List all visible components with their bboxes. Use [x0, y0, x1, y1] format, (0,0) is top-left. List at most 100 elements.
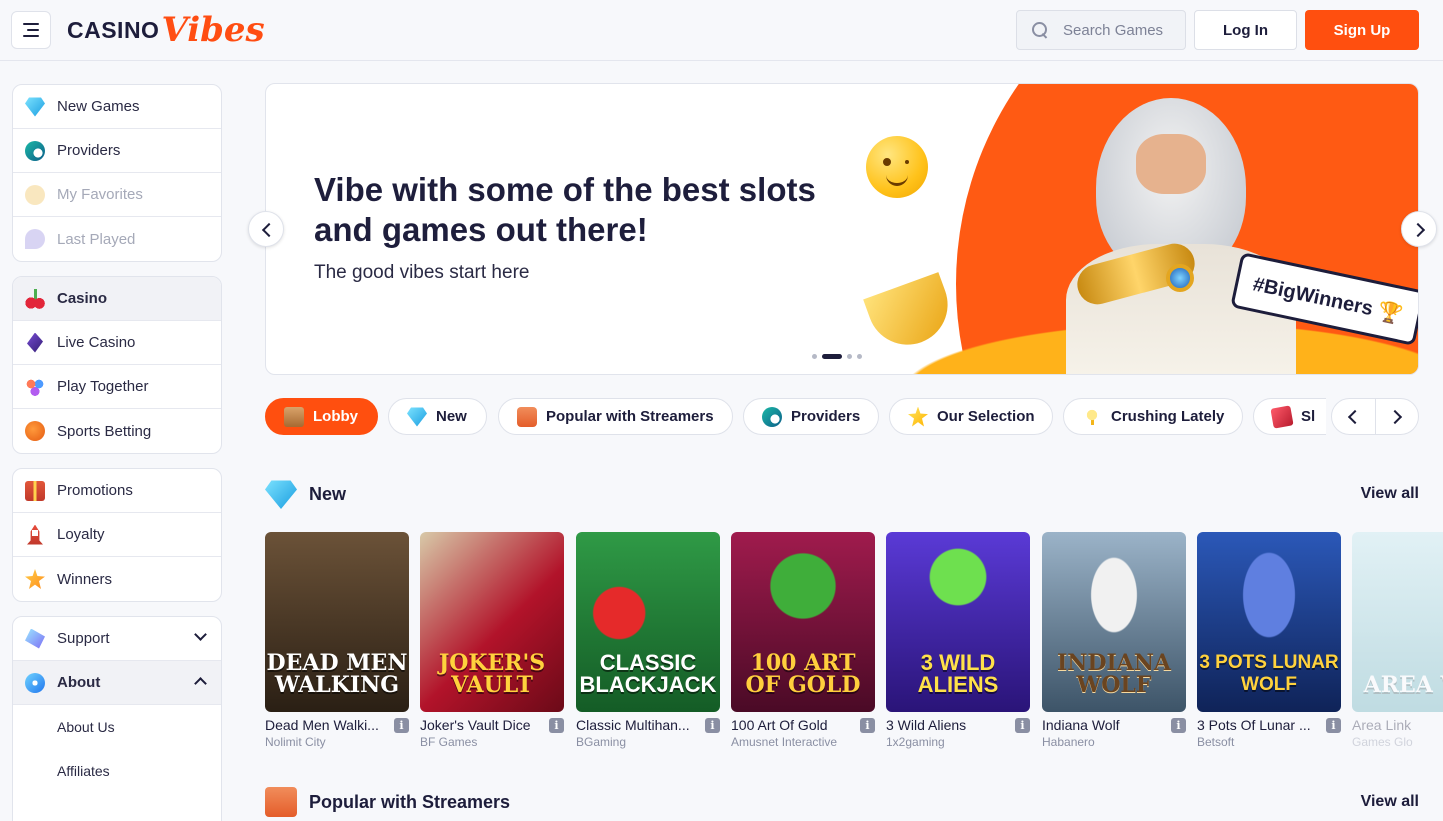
section-header-new: New View all	[265, 478, 1419, 510]
top-header: CASINO Vibes Log In Sign Up	[0, 0, 1443, 61]
sidebar-item-promotions[interactable]: Promotions	[13, 469, 221, 513]
game-provider: Habanero	[1042, 735, 1095, 749]
game-card[interactable]: INDIANA WOLF Indiana Wolf Habanero i	[1042, 532, 1186, 749]
sidebar-subitem-about-us[interactable]: About Us	[13, 705, 221, 749]
sidebar-item-loyalty[interactable]: Loyalty	[13, 513, 221, 557]
tab-label: Our Selection	[937, 408, 1035, 425]
chevron-right-icon[interactable]	[1376, 399, 1419, 434]
signup-button[interactable]: Sign Up	[1305, 10, 1419, 50]
sidebar-subitem-affiliates[interactable]: Affiliates	[13, 749, 221, 793]
sidebar-item-support[interactable]: Support	[13, 617, 221, 661]
game-provider: Betsoft	[1197, 735, 1235, 749]
tab-popular-with-streamers[interactable]: Popular with Streamers	[498, 398, 733, 435]
sidebar-item-providers[interactable]: Providers	[13, 129, 221, 173]
sidebar-item-winners[interactable]: Winners	[13, 557, 221, 601]
game-thumbnail[interactable]: INDIANA WOLF	[1042, 532, 1186, 712]
sidebar-item-about[interactable]: About	[13, 661, 221, 705]
game-card[interactable]: 3 POTS LUNAR WOLF 3 Pots Of Lunar ... Be…	[1197, 532, 1341, 749]
chevron-down-icon[interactable]	[194, 628, 207, 641]
globe-icon	[762, 406, 782, 427]
game-card[interactable]: AREA WO Area Link Games Glo	[1352, 532, 1443, 749]
tab-our-selection[interactable]: Our Selection	[889, 398, 1053, 435]
game-name: Indiana Wolf	[1042, 717, 1120, 733]
view-all-link[interactable]: View all	[1361, 793, 1419, 811]
tab-slots[interactable]: Sl	[1253, 398, 1326, 435]
section-title: Popular with Streamers	[309, 791, 511, 812]
info-icon[interactable]: i	[705, 718, 720, 733]
lobby-icon	[284, 406, 304, 427]
game-card[interactable]: JOKER'S VAULT Joker's Vault Dice BF Game…	[420, 532, 564, 749]
game-provider: Games Glo	[1352, 735, 1413, 749]
search-input[interactable]	[1063, 21, 1183, 39]
info-icon[interactable]: i	[394, 718, 409, 733]
game-art-title: 3 POTS LUNAR WOLF	[1199, 652, 1339, 695]
game-thumbnail[interactable]: DEAD MEN WALKING	[265, 532, 409, 712]
slot-icon	[1270, 404, 1294, 429]
tab-lobby[interactable]: Lobby	[265, 398, 378, 435]
game-thumbnail[interactable]: 100 ART OF GOLD	[731, 532, 875, 712]
hero-prev-button[interactable]	[248, 211, 284, 247]
sidebar-item-play-together[interactable]: Play Together	[13, 365, 221, 409]
tab-new[interactable]: New	[388, 398, 487, 435]
game-provider: Nolimit City	[265, 735, 326, 749]
sidebar-item-last-played[interactable]: Last Played	[13, 217, 221, 261]
sidebar-item-label: Providers	[57, 142, 121, 159]
view-all-link[interactable]: View all	[1361, 485, 1419, 503]
favorites-icon	[25, 184, 45, 205]
tab-label: Sl	[1301, 408, 1316, 425]
info-icon[interactable]: i	[1171, 718, 1186, 733]
tab-label: Lobby	[313, 408, 358, 425]
sidebar-item-label: New Games	[57, 98, 140, 115]
sidebar-item-label: Loyalty	[57, 526, 105, 543]
logo-casino-text: CASINO	[67, 17, 160, 43]
info-icon[interactable]: i	[1015, 718, 1030, 733]
sidebar-item-casino[interactable]: Casino	[13, 277, 221, 321]
category-scroll-nav	[1331, 398, 1419, 435]
tab-crushing-lately[interactable]: Crushing Lately	[1063, 398, 1243, 435]
sidebar-item-label: Sports Betting	[57, 422, 152, 440]
sidebar-item-my-favorites[interactable]: My Favorites	[13, 173, 221, 217]
rocket-icon	[27, 524, 43, 545]
game-provider: Amusnet Interactive	[731, 735, 838, 749]
tab-label: New	[436, 408, 467, 425]
game-name: 100 Art Of Gold	[731, 717, 828, 733]
tab-providers[interactable]: Providers	[743, 398, 879, 435]
sidebar-item-new-games[interactable]: New Games	[13, 85, 221, 129]
info-icon[interactable]: i	[1326, 718, 1341, 733]
game-thumbnail[interactable]: CLASSIC BLACKJACK	[576, 532, 720, 712]
game-thumbnail[interactable]: AREA WO	[1352, 532, 1443, 712]
game-name: Joker's Vault Dice	[420, 717, 531, 733]
info-icon[interactable]: i	[860, 718, 875, 733]
sidebar-item-label: Play Together	[57, 378, 149, 395]
logo-vibes-text: Vibes	[161, 10, 265, 50]
game-card[interactable]: CLASSIC BLACKJACK Classic Multihan... BG…	[576, 532, 720, 749]
sidebar-item-live-casino[interactable]: Live Casino	[13, 321, 221, 365]
game-thumbnail[interactable]: 3 POTS LUNAR WOLF	[1197, 532, 1341, 712]
sidebar-item-sports-betting[interactable]: Sports Betting	[13, 409, 221, 453]
casino-vibes-logo[interactable]: CASINO Vibes	[67, 6, 265, 50]
game-name: Area Link	[1352, 717, 1412, 733]
support-icon	[25, 628, 45, 649]
login-button[interactable]: Log In	[1194, 10, 1297, 50]
game-provider: BGaming	[576, 735, 627, 749]
chevron-up-icon[interactable]	[194, 677, 207, 690]
game-name: 3 Pots Of Lunar ...	[1197, 717, 1311, 733]
search-box[interactable]	[1016, 10, 1186, 50]
hero-banner[interactable]: Vibe with some of the best slots and gam…	[265, 83, 1419, 375]
hero-subtitle: The good vibes start here	[314, 262, 530, 283]
chevron-left-icon[interactable]	[1332, 399, 1376, 434]
hero-next-button[interactable]	[1401, 211, 1437, 247]
game-card[interactable]: 3 WILD ALIENS 3 Wild Aliens 1x2gaming i	[886, 532, 1030, 749]
carousel-dots[interactable]	[812, 354, 862, 359]
section-title: New	[309, 483, 347, 504]
game-thumbnail[interactable]: 3 WILD ALIENS	[886, 532, 1030, 712]
sidebar-item-label: Last Played	[57, 230, 136, 248]
game-card[interactable]: DEAD MEN WALKING Dead Men Walki... Nolim…	[265, 532, 409, 749]
hamburger-menu-icon[interactable]	[11, 11, 51, 49]
game-art-title: AREA WO	[1363, 672, 1443, 698]
game-card[interactable]: 100 ART OF GOLD 100 Art Of Gold Amusnet …	[731, 532, 875, 749]
info-icon[interactable]: i	[549, 718, 564, 733]
game-art-title: 100 ART OF GOLD	[745, 650, 861, 698]
game-thumbnail[interactable]: JOKER'S VAULT	[420, 532, 564, 712]
search-icon	[1031, 21, 1049, 39]
